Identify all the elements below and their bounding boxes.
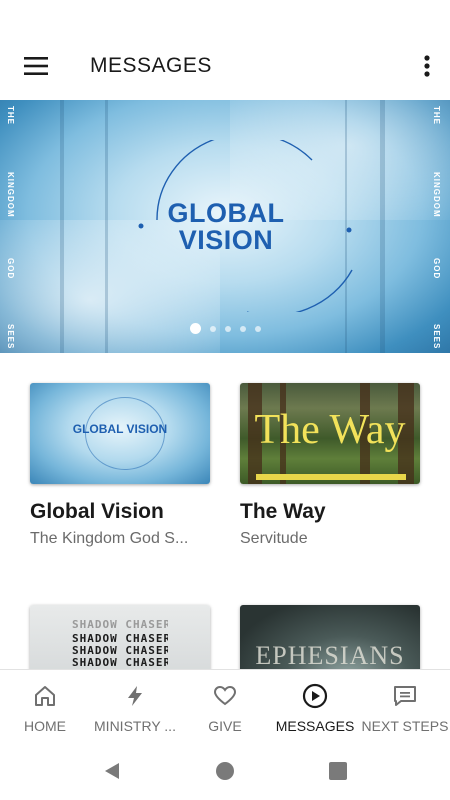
series-card-the-way[interactable]: The Way The Way Servitude [240,383,420,548]
side-word: GOD [432,258,441,280]
message-square-icon [391,682,419,710]
thumbnail-title: GLOBAL VISION [72,422,168,436]
nav-item-ministry[interactable]: MINISTRY ... [90,670,180,742]
carousel-dot[interactable] [209,325,216,332]
recents-icon[interactable] [326,759,350,783]
carousel-dot-active[interactable] [189,323,201,334]
series-subtitle: The Kingdom God S... [30,530,189,547]
nav-label: GIVE [208,718,242,734]
carousel-dot[interactable] [239,325,246,332]
featured-series-banner[interactable]: GLOBAL VISION THE KINGDOM GOD SEES THE K… [0,100,450,353]
nav-item-next-steps[interactable]: NEXT STEPS [360,670,450,742]
side-word: KINGDOM [6,172,15,218]
thumbnail-title: SHADOW CHASERS [72,633,168,644]
series-thumbnail[interactable]: GLOBAL VISION [30,383,210,484]
hero-title-line: VISION [178,225,274,255]
page-title: MESSAGES [90,54,212,77]
nav-item-messages[interactable]: MESSAGES [270,670,360,742]
thumbnail-title: The Way [254,407,406,453]
side-word: THE [432,106,441,125]
home-icon [31,682,59,710]
series-subtitle: Servitude [240,530,308,547]
back-icon[interactable] [100,759,124,783]
side-word: KINGDOM [432,172,441,218]
bottom-navigation: HOME MINISTRY ... GIVE MESSAGES NEXT STE… [0,669,450,741]
side-word: THE [6,106,15,125]
nav-item-give[interactable]: GIVE [180,670,270,742]
thumbnail-title: SHADOW CHASERS [72,619,168,630]
carousel-indicator [0,323,450,334]
thumbnail-title: SHADOW CHASERS [72,645,168,656]
hero-title: GLOBAL VISION [0,200,450,254]
play-circle-icon [301,682,329,710]
nav-label: MESSAGES [275,718,355,734]
home-circle-icon[interactable] [213,759,237,783]
hamburger-menu-icon[interactable] [16,50,56,82]
more-vertical-icon[interactable] [416,50,438,82]
nav-label: MINISTRY ... [94,718,176,734]
hero-title-line: GLOBAL [167,198,285,228]
status-bar-area [0,0,450,34]
thumbnail-footer-bar [256,474,406,480]
series-title: The Way [240,500,326,523]
lightning-icon [121,682,149,710]
nav-label: NEXT STEPS [361,718,449,734]
series-card-global-vision[interactable]: GLOBAL VISION Global Vision The Kingdom … [30,383,210,548]
carousel-dot[interactable] [254,325,261,332]
app-bar: MESSAGES [0,34,450,98]
heart-icon [211,682,239,710]
nav-item-home[interactable]: HOME [0,670,90,742]
system-navigation-bar [0,741,450,800]
series-title: Global Vision [30,500,164,523]
carousel-dot[interactable] [224,325,231,332]
nav-label: HOME [24,718,66,734]
thumbnail-title: EPHESIANS [255,641,405,670]
thumbnail-title: SHADOW CHASERS [72,657,168,668]
series-thumbnail[interactable]: The Way [240,383,420,484]
side-word: GOD [6,258,15,280]
